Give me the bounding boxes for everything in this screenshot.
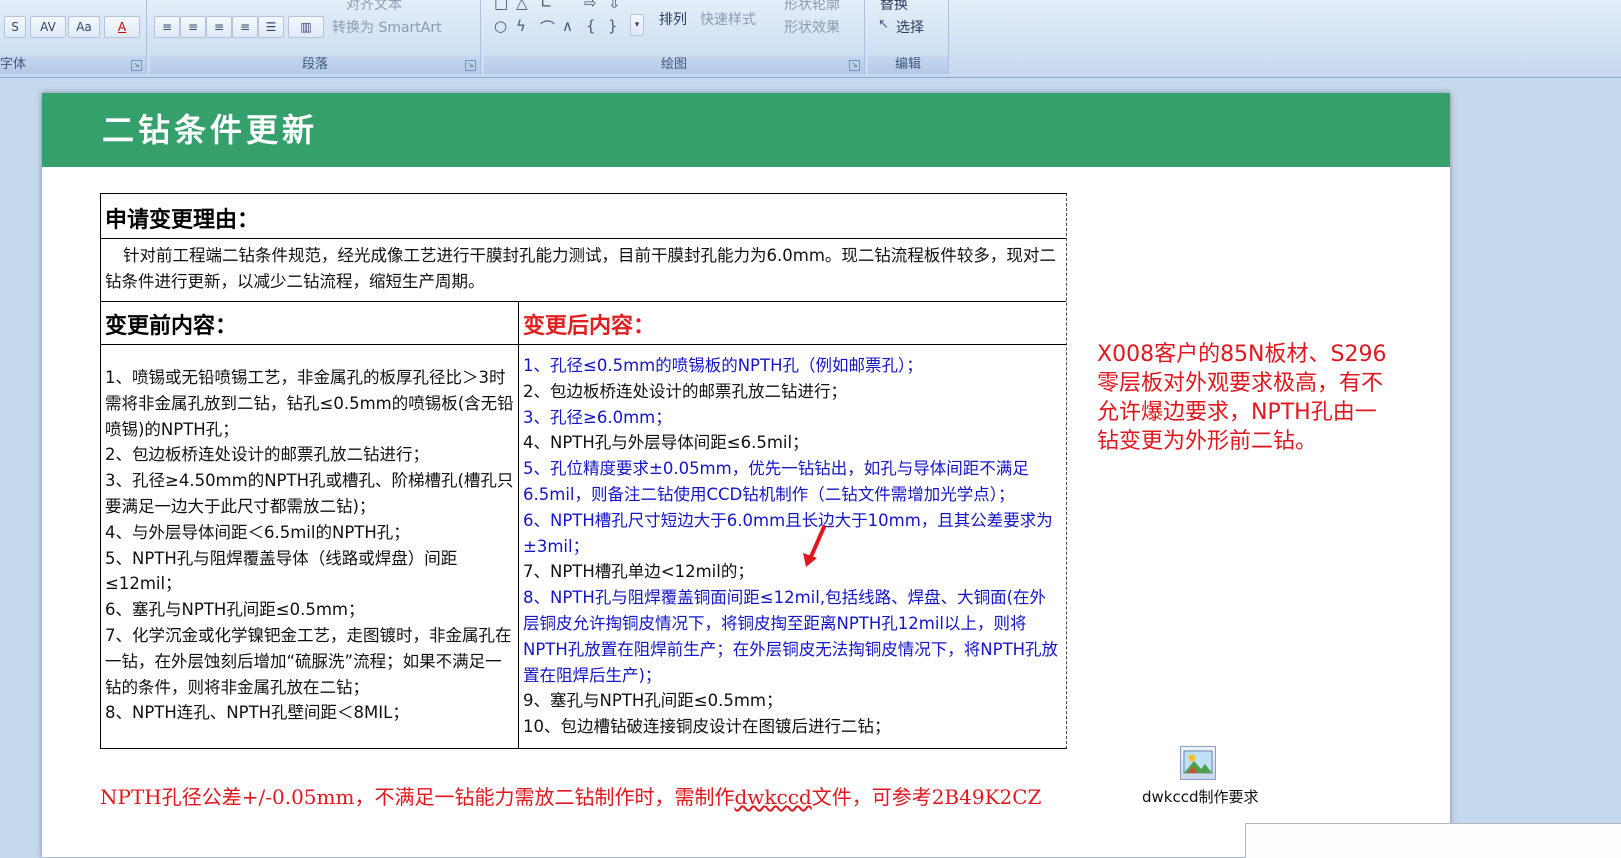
align-right-button[interactable]: ≡ — [206, 16, 232, 38]
shapes-more-button[interactable]: ▾ — [630, 14, 644, 36]
list-item: 5、孔位精度要求±0.05mm，优先一钻钻出，如孔与导体间距不满足6.5mil，… — [523, 459, 1029, 504]
list-item: 2、包边板桥连处设计的邮票孔放二钻进行； — [523, 381, 847, 401]
oval-shape-icon[interactable]: ○ — [494, 17, 507, 35]
lightning-shape-icon[interactable]: ϟ — [516, 17, 526, 35]
shadow-button[interactable]: S — [4, 16, 26, 38]
drawing-group: □ △ ∟ ⇨ ⇩ ○ ϟ ⌒ ∧ { } ▾ 排列 快速样式 形状轮廓 形状效… — [484, 0, 865, 74]
down-arrow-shape-icon[interactable]: ⇩ — [608, 0, 621, 12]
curve-shape-icon[interactable]: ∧ — [562, 17, 573, 35]
cursor-icon: ↖ — [878, 17, 889, 32]
picture-icon — [1183, 750, 1213, 774]
shape-outline-button[interactable]: 形状轮廓 — [784, 0, 840, 14]
slide[interactable]: 二钻条件更新 申请变更理由： 针对前工程端二钻条件规范，经光成像工艺进行干膜封孔… — [42, 93, 1450, 857]
bottom-note-part-b: 文件，可参考2B49K2CZ — [811, 785, 1042, 809]
list-item: 3、孔径≥4.50mm的NPTH孔或槽孔、阶梯槽孔(槽孔只要满足一边大于此尺寸都… — [105, 471, 514, 516]
before-heading: 变更前内容： — [105, 314, 238, 339]
paragraph-group: 对齐文本 ≡ ≡ ≡ ≡ ☰ ▥ 转换为 SmartArt 段落 ↘ — [150, 0, 481, 74]
list-item: 4、与外层导体间距＜6.5mil的NPTH孔； — [105, 522, 410, 542]
heading-row: 变更前内容： 变更后内容： — [101, 302, 1066, 345]
arrange-button[interactable]: 排列 — [659, 9, 687, 29]
bottom-note-part-a: NPTH孔径公差+/-0.05mm，不满足一钻能力需放二钻制作时，需制作 — [100, 785, 735, 809]
side-note[interactable]: X008客户的85N板材、S296零层板对外观要求极高，有不允许爆边要求，NPT… — [1097, 340, 1387, 456]
list-item: 2、包边板桥连处设计的邮票孔放二钻进行； — [105, 445, 429, 465]
reason-heading: 申请变更理由： — [105, 208, 260, 233]
arrow-shape-icon[interactable]: ⇨ — [584, 0, 597, 12]
arc-shape-icon[interactable]: ⌒ — [540, 17, 555, 38]
edit-group-label: 编辑 — [868, 56, 948, 74]
columns-button[interactable]: ▥ — [288, 16, 324, 38]
justify-button[interactable]: ≡ — [232, 16, 258, 38]
list-item: 7、NPTH槽孔单边<12mil的； — [523, 562, 754, 582]
list-item: 1、孔径≤0.5mm的喷锡板的NPTH孔（例如邮票孔）； — [523, 356, 923, 375]
select-button[interactable]: 选择 — [896, 17, 924, 37]
triangle-shape-icon[interactable]: △ — [516, 0, 528, 12]
attachment-picture-icon[interactable] — [1180, 746, 1216, 780]
list-item: 10、包边槽钻破连接铜皮设计在图镀后进行二钻； — [523, 717, 891, 737]
content-row: 1、喷锡或无铅喷锡工艺，非金属孔的板厚孔径比＞3时需将非金属孔放到二钻，钻孔≤0… — [101, 345, 1066, 748]
change-table[interactable]: 申请变更理由： 针对前工程端二钻条件规范，经光成像工艺进行干膜封孔能力测试，目前… — [100, 193, 1067, 749]
drawing-dialog-launcher-icon[interactable]: ↘ — [849, 60, 860, 71]
list-item: 6、NPTH槽孔尺寸短边大于6.0mm且长边大于10mm，且其公差要求为±3mi… — [523, 510, 1053, 556]
list-item: 6、塞孔与NPTH孔间距≤0.5mm； — [105, 600, 365, 620]
reason-heading-row: 申请变更理由： — [101, 194, 1066, 239]
list-item: 3、孔径≥6.0mm； — [523, 407, 672, 427]
align-center-button[interactable]: ≡ — [180, 16, 206, 38]
paragraph-group-label: 段落 — [150, 56, 480, 74]
rectangle-shape-icon[interactable]: □ — [494, 0, 508, 12]
elbow-connector-icon[interactable]: ∟ — [540, 0, 553, 12]
font-dialog-launcher-icon[interactable]: ↘ — [131, 60, 142, 71]
list-item: 9、塞孔与NPTH孔间距≤0.5mm； — [523, 691, 783, 711]
quick-styles-button[interactable]: 快速样式 — [700, 9, 756, 29]
edit-group: 替换 ↖ 选择 编辑 — [868, 0, 949, 74]
list-item: 7、化学沉金或化学镍钯金工艺，走图镀时，非金属孔在一钻，在外层蚀刻后增加“硫脲洗… — [105, 625, 512, 697]
attachment-caption[interactable]: dwkccd制作要求 — [1142, 786, 1259, 807]
font-group: S AV Aa A 字体 ↘ — [0, 0, 147, 74]
red-arrow-icon — [803, 525, 826, 567]
font-color-button[interactable]: A — [104, 16, 140, 38]
reason-text-row: 针对前工程端二钻条件规范，经光成像工艺进行干膜封孔能力测试，目前干膜封孔能力为6… — [101, 239, 1066, 302]
bottom-note[interactable]: NPTH孔径公差+/-0.05mm，不满足一钻能力需放二钻制作时，需制作dwkc… — [100, 781, 1041, 810]
paragraph-dialog-launcher-icon[interactable]: ↘ — [465, 60, 476, 71]
align-text-button[interactable]: 对齐文本 — [346, 0, 402, 14]
char-spacing-button[interactable]: AV — [30, 16, 66, 38]
list-item: 1、喷锡或无铅喷锡工艺，非金属孔的板厚孔径比＞3时需将非金属孔放到二钻，钻孔≤0… — [105, 368, 514, 439]
distribute-button[interactable]: ☰ — [258, 16, 284, 38]
after-heading: 变更后内容： — [523, 314, 656, 339]
ribbon: S AV Aa A 字体 ↘ 对齐文本 ≡ ≡ ≡ ≡ ☰ ▥ 转换为 Smar… — [0, 0, 1621, 78]
bottom-note-link: dwkccd — [734, 785, 812, 809]
shape-effects-button[interactable]: 形状效果 — [784, 17, 840, 37]
slide-header: 二钻条件更新 — [42, 93, 1450, 167]
brace-right-shape-icon[interactable]: } — [608, 17, 618, 35]
slide-title[interactable]: 二钻条件更新 — [102, 105, 318, 151]
list-item: 5、NPTH孔与阻焊覆盖导体（线路或焊盘）间距≤12mil； — [105, 548, 458, 594]
change-case-button[interactable]: Aa — [68, 16, 100, 38]
font-group-label: 字体 — [0, 56, 146, 74]
reason-text: 针对前工程端二钻条件规范，经光成像工艺进行干膜封孔能力测试，目前干膜封孔能力为6… — [105, 246, 1056, 291]
drawing-group-label: 绘图 — [484, 56, 864, 74]
brace-left-shape-icon[interactable]: { — [586, 17, 596, 35]
list-item: 8、NPTH连孔、NPTH孔壁间距＜8MIL； — [105, 703, 409, 723]
align-left-button[interactable]: ≡ — [154, 16, 180, 38]
after-list: 1、孔径≤0.5mm的喷锡板的NPTH孔（例如邮票孔）； 2、包边板桥连处设计的… — [523, 345, 1062, 748]
list-item: 4、NPTH孔与外层导体间距≤6.5mil； — [523, 433, 809, 453]
list-item: 8、NPTH孔与阻焊覆盖铜面间距≤12mil,包括线路、焊盘、大铜面(在外层铜皮… — [523, 588, 1059, 685]
replace-button[interactable]: 替换 — [880, 0, 908, 14]
notes-pane-corner — [1245, 823, 1621, 858]
convert-smartart-button[interactable]: 转换为 SmartArt — [332, 17, 442, 37]
before-list: 1、喷锡或无铅喷锡工艺，非金属孔的板厚孔径比＞3时需将非金属孔放到二钻，钻孔≤0… — [105, 345, 514, 746]
